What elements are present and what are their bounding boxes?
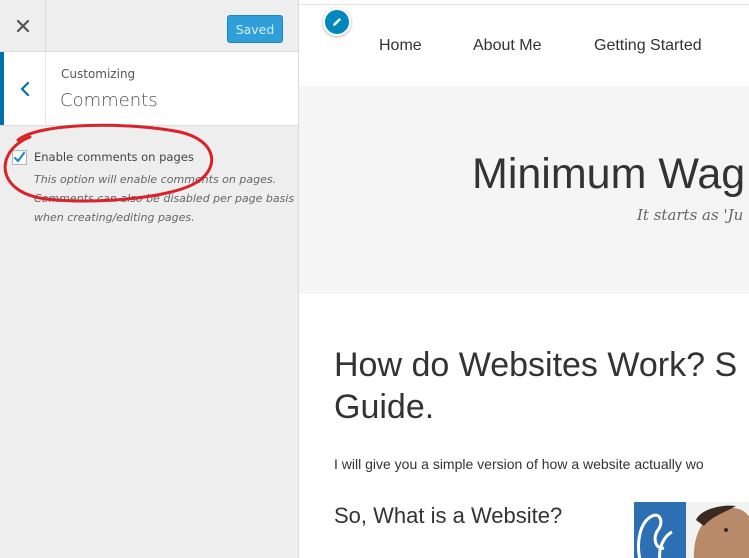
section-header: Customizing Comments bbox=[0, 52, 298, 126]
close-customizer-button[interactable] bbox=[0, 0, 46, 52]
enable-comments-label[interactable]: Enable comments on pages bbox=[34, 150, 194, 164]
preview-top-border bbox=[299, 0, 749, 5]
site-preview: Home About Me Getting Started Minimum Wa… bbox=[299, 0, 749, 558]
close-icon bbox=[16, 20, 29, 32]
post-subheading: So, What is a Website? bbox=[334, 503, 563, 528]
nav-getting-started[interactable]: Getting Started bbox=[594, 37, 702, 55]
nav-about-me[interactable]: About Me bbox=[473, 37, 541, 55]
checkmark-icon bbox=[13, 151, 26, 163]
enable-comments-checkbox[interactable] bbox=[12, 150, 27, 165]
breadcrumb: Customizing bbox=[61, 67, 136, 81]
site-title[interactable]: Minimum Wag bbox=[472, 150, 745, 199]
post-paragraph: I will give you a simple version of how … bbox=[334, 456, 704, 472]
chevron-left-icon bbox=[20, 81, 29, 96]
saved-button[interactable]: Saved bbox=[227, 15, 283, 43]
post-illustration bbox=[634, 502, 749, 558]
post-title[interactable]: How do Websites Work? S Guide. bbox=[334, 344, 749, 428]
post-title-line-1: How do Websites Work? S bbox=[334, 346, 738, 384]
edit-shortcut-button[interactable] bbox=[323, 8, 351, 36]
section-title: Comments bbox=[60, 90, 158, 111]
post-image bbox=[634, 502, 749, 558]
customizer-panel: Saved Customizing Comments Enable commen… bbox=[0, 0, 299, 558]
back-button[interactable] bbox=[0, 52, 46, 125]
customizer-header: Saved bbox=[0, 0, 298, 52]
post-title-line-2: Guide. bbox=[334, 388, 435, 426]
site-tagline: It starts as 'Ju bbox=[637, 206, 744, 224]
pencil-icon bbox=[333, 18, 341, 26]
site-header: Minimum Wag It starts as 'Ju bbox=[299, 86, 749, 294]
enable-comments-description: This option will enable comments on page… bbox=[34, 173, 295, 224]
nav-home[interactable]: Home bbox=[379, 37, 422, 55]
